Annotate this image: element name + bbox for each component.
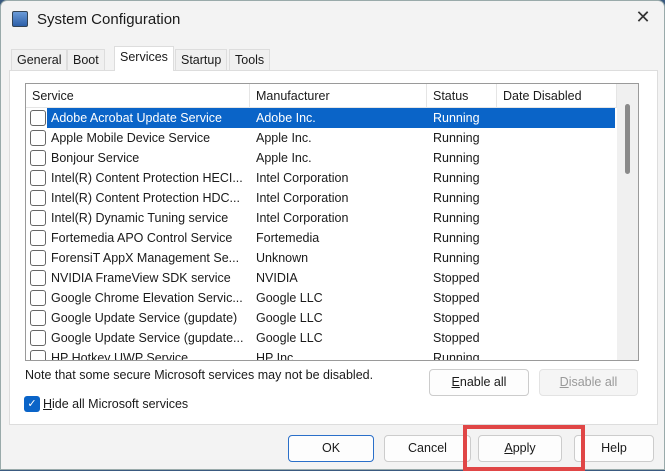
manufacturer: Apple Inc. [256, 131, 312, 145]
service-checkbox[interactable] [30, 290, 46, 306]
manufacturer: Unknown [256, 251, 309, 265]
scrollbar[interactable] [617, 84, 638, 360]
manufacturer: HP Inc. [256, 351, 297, 361]
service-row[interactable]: Google Update Service (gupdate... Google … [26, 328, 617, 348]
service-checkbox[interactable] [30, 350, 46, 360]
hide-ms-label[interactable]: Hide all Microsoft services [43, 397, 188, 411]
service-name: Apple Mobile Device Service [51, 131, 211, 145]
manufacturer: Adobe Inc. [256, 111, 316, 125]
service-name: Google Chrome Elevation Servic... [51, 291, 243, 305]
service-row[interactable]: NVIDIA FrameView SDK service NVIDIA Stoppe… [26, 268, 617, 288]
service-checkbox[interactable] [30, 150, 46, 166]
status: Running [433, 211, 480, 225]
service-name: Intel(R) Content Protection HDC... [51, 191, 240, 205]
service-row[interactable]: Fortemedia APO Control Service Fortemedia… [26, 228, 617, 248]
service-checkbox[interactable] [30, 250, 46, 266]
service-checkbox[interactable] [30, 130, 46, 146]
service-name: Bonjour Service [51, 151, 140, 165]
service-name: Intel(R) Content Protection HECI... [51, 171, 243, 185]
column-date-disabled[interactable]: Date Disabled [497, 84, 617, 108]
status: Running [433, 251, 480, 265]
tab-startup[interactable]: Startup [175, 49, 228, 70]
manufacturer: Google LLC [256, 311, 323, 325]
service-name: Intel(R) Dynamic Tuning service [51, 211, 229, 225]
service-checkbox[interactable] [30, 190, 46, 206]
enable-all-button[interactable]: Enable all [429, 369, 529, 396]
status: Running [433, 131, 480, 145]
status: Running [433, 111, 480, 125]
status: Stopped [433, 311, 480, 325]
service-name: NVIDIA FrameView SDK service [51, 271, 231, 285]
help-button[interactable]: Help [574, 435, 654, 462]
manufacturer: Google LLC [256, 331, 323, 345]
status: Stopped [433, 271, 480, 285]
hide-ms-checkbox[interactable]: ✓ [24, 396, 40, 412]
mnemonic: D [559, 375, 569, 389]
manufacturer: Intel Corporation [256, 191, 349, 205]
service-row[interactable]: HP Hotkey UWP Service HP Inc. Running [26, 348, 617, 361]
services-list[interactable]: Service Manufacturer Status Date Disable… [25, 83, 639, 361]
tab-tools[interactable]: Tools [229, 49, 271, 70]
window-title: System Configuration [37, 11, 181, 28]
service-row[interactable]: ForensiT AppX Management Se... Unknown Run… [26, 248, 617, 268]
service-name: HP Hotkey UWP Service [51, 351, 189, 361]
column-status[interactable]: Status [427, 84, 497, 108]
service-row[interactable]: Google Chrome Elevation Servic... Google … [26, 288, 617, 308]
service-row[interactable]: Apple Mobile Device Service Apple Inc. Run… [26, 128, 617, 148]
manufacturer: Intel Corporation [256, 211, 349, 225]
label: ide all Microsoft services [52, 397, 189, 411]
service-checkbox[interactable] [30, 330, 46, 346]
service-name: ForensiT AppX Management Se... [51, 251, 240, 265]
scrollbar-thumb[interactable] [625, 104, 630, 174]
status: Stopped [433, 331, 480, 345]
status: Running [433, 171, 480, 185]
label: nable all [459, 375, 507, 389]
status: Running [433, 231, 480, 245]
mnemonic: E [451, 375, 460, 389]
column-service[interactable]: Service [26, 84, 250, 108]
label: isable all [568, 375, 618, 389]
service-name: Google Update Service (gupdate... [51, 331, 244, 345]
mnemonic: H [43, 397, 53, 411]
service-row[interactable]: Bonjour Service Apple Inc. Running [26, 148, 617, 168]
service-checkbox[interactable] [30, 170, 46, 186]
service-checkbox[interactable] [30, 230, 46, 246]
status: Running [433, 191, 480, 205]
manufacturer: NVIDIA [256, 271, 298, 285]
list-header: Service Manufacturer Status Date Disable… [26, 84, 617, 108]
disable-all-button[interactable]: Disable all [539, 369, 638, 396]
tab-services[interactable]: Services [114, 46, 174, 71]
service-checkbox[interactable] [30, 210, 46, 226]
service-name: Google Update Service (gupdate) [51, 311, 238, 325]
highlight-box [463, 425, 585, 471]
manufacturer: Intel Corporation [256, 171, 349, 185]
manufacturer: Google LLC [256, 291, 323, 305]
service-row[interactable]: Adobe Acrobat Update Service Adobe Inc. Ru… [26, 108, 617, 128]
service-checkbox[interactable] [30, 270, 46, 286]
service-row[interactable]: Intel(R) Dynamic Tuning service Intel Cor… [26, 208, 617, 228]
status: Stopped [433, 291, 480, 305]
system-configuration-window: System Configuration ✕ General Boot Serv… [0, 0, 665, 471]
manufacturer: Fortemedia [256, 231, 320, 245]
service-checkbox[interactable] [30, 310, 46, 326]
ok-button[interactable]: OK [288, 435, 374, 462]
close-icon[interactable]: ✕ [631, 7, 655, 28]
app-icon [12, 11, 28, 27]
note-text: Note that some secure Microsoft services… [25, 368, 374, 382]
column-manufacturer[interactable]: Manufacturer [250, 84, 427, 108]
service-name: Adobe Acrobat Update Service [51, 111, 222, 125]
status: Running [433, 351, 480, 361]
service-row[interactable]: Google Update Service (gupdate) Google LL… [26, 308, 617, 328]
service-checkbox[interactable] [30, 110, 46, 126]
cancel-button[interactable]: Cancel [384, 435, 471, 462]
service-name: Fortemedia APO Control Service [51, 231, 233, 245]
status: Running [433, 151, 480, 165]
service-row[interactable]: Intel(R) Content Protection HDC... Intel … [26, 188, 617, 208]
tab-general[interactable]: General [11, 49, 68, 70]
manufacturer: Apple Inc. [256, 151, 312, 165]
tab-boot[interactable]: Boot [67, 49, 105, 70]
service-row[interactable]: Intel(R) Content Protection HECI... Intel… [26, 168, 617, 188]
